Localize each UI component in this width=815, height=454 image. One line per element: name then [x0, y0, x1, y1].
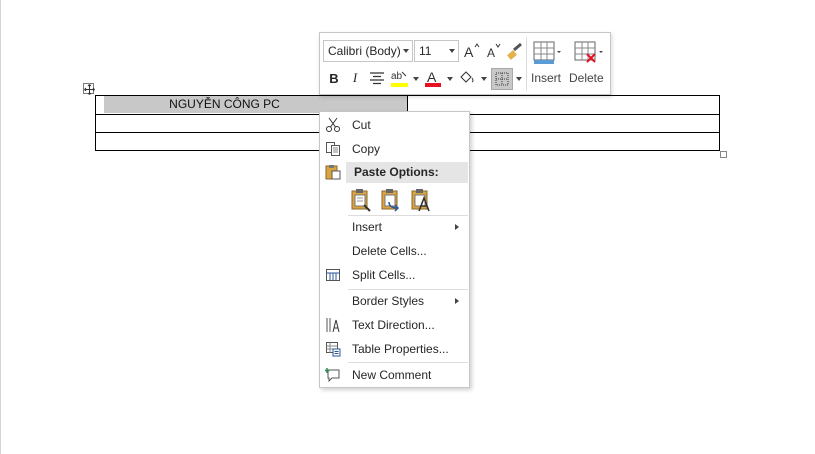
- menu-item-border-styles[interactable]: Border Styles: [320, 290, 469, 312]
- italic-button[interactable]: I: [345, 68, 365, 88]
- text-direction-icon: [326, 318, 340, 333]
- grow-font-icon: A: [464, 43, 480, 60]
- paste-keep-source-formatting-button[interactable]: [350, 188, 372, 212]
- table-insert-icon: [533, 41, 561, 64]
- highlight-color-button[interactable]: ab: [389, 68, 411, 88]
- chevron-right-icon: [455, 298, 459, 304]
- chevron-down-icon: [403, 49, 409, 53]
- font-name-combo[interactable]: Calibri (Body): [323, 40, 413, 62]
- menu-item-label: Border Styles: [352, 294, 425, 308]
- split-cells-icon: [326, 269, 340, 281]
- delete-table-button[interactable]: [572, 39, 606, 67]
- font-size-combo[interactable]: 11: [414, 40, 459, 62]
- insert-label: Insert: [531, 71, 562, 85]
- borders-button[interactable]: [491, 68, 513, 90]
- paste-merge-formatting-button[interactable]: [380, 188, 402, 212]
- svg-text:A: A: [487, 46, 495, 60]
- table-delete-icon: [574, 41, 603, 63]
- menu-item-label: Delete Cells...: [352, 244, 427, 258]
- menu-item-label: New Comment: [352, 368, 432, 382]
- highlighter-icon: ab: [391, 71, 408, 87]
- menu-item-text-direction[interactable]: Text Direction...: [320, 314, 469, 336]
- paste-options-label: Paste Options:: [354, 165, 439, 179]
- font-color-icon: A: [425, 69, 441, 87]
- paintbrush-icon: [507, 42, 522, 60]
- menu-item-label: Insert: [352, 220, 383, 234]
- menu-item-label: Copy: [352, 142, 381, 156]
- borders-icon: [495, 72, 509, 86]
- menu-item-new-comment[interactable]: New Comment: [320, 364, 469, 386]
- shrink-font-icon: A: [487, 43, 501, 60]
- bold-icon: B: [329, 70, 339, 86]
- paint-bucket-icon: [460, 71, 474, 83]
- table-resize-handle[interactable]: [720, 151, 727, 158]
- menu-item-split-cells[interactable]: Split Cells...: [320, 264, 469, 286]
- table-cell-text[interactable]: NGUYỄN CÔNG PC: [104, 97, 345, 111]
- delete-label: Delete: [569, 71, 604, 85]
- mini-toolbar: Calibri (Body) 11 A A Insert Delete B I …: [319, 32, 611, 95]
- font-color-button[interactable]: A: [423, 68, 443, 88]
- center-align-button[interactable]: [367, 68, 387, 88]
- menu-item-table-properties[interactable]: Table Properties...: [320, 338, 469, 360]
- italic-icon: I: [352, 70, 358, 85]
- insert-table-button[interactable]: [532, 39, 562, 67]
- paste-keep-formatting-icon: [351, 189, 371, 212]
- toolbar-separator: [526, 37, 527, 91]
- font-name-value: Calibri (Body): [328, 44, 401, 58]
- menu-separator: [348, 362, 468, 363]
- copy-icon: [326, 142, 340, 156]
- menu-item-label: Table Properties...: [352, 342, 449, 356]
- shrink-font-button[interactable]: A: [484, 41, 504, 61]
- table-move-handle-icon[interactable]: [83, 83, 95, 95]
- clipboard-icon: [325, 165, 341, 180]
- scissors-icon: [326, 117, 340, 132]
- chevron-down-icon[interactable]: [413, 77, 419, 81]
- chevron-down-icon[interactable]: [516, 77, 522, 81]
- svg-text:A: A: [464, 44, 474, 60]
- context-menu: Cut Copy Paste Options: Insert Delete Ce…: [319, 111, 470, 388]
- menu-item-copy[interactable]: Copy: [320, 138, 469, 160]
- table-properties-icon: [326, 342, 341, 357]
- font-size-value: 11: [419, 44, 432, 58]
- svg-text:A: A: [427, 69, 437, 85]
- align-center-icon: [370, 72, 384, 85]
- menu-item-label: Cut: [352, 118, 371, 132]
- paste-text-only-icon: [411, 189, 430, 212]
- page-edge: [0, 0, 1, 454]
- menu-item-delete-cells[interactable]: Delete Cells...: [320, 240, 469, 262]
- grow-font-button[interactable]: A: [462, 41, 482, 61]
- menu-item-label: Split Cells...: [352, 268, 416, 282]
- new-comment-icon: [325, 368, 340, 383]
- svg-text:ab: ab: [391, 71, 403, 82]
- paste-merge-icon: [381, 189, 400, 212]
- paste-keep-text-only-button[interactable]: [410, 188, 432, 212]
- bold-button[interactable]: B: [324, 68, 344, 88]
- menu-item-insert[interactable]: Insert: [320, 216, 469, 238]
- menu-item-label: Text Direction...: [352, 318, 435, 332]
- shading-button[interactable]: [457, 68, 477, 88]
- chevron-down-icon: [449, 49, 455, 53]
- format-painter-button[interactable]: [505, 41, 525, 61]
- chevron-down-icon[interactable]: [447, 77, 453, 81]
- chevron-right-icon: [455, 224, 459, 230]
- paste-options-header: Paste Options:: [346, 162, 468, 183]
- chevron-down-icon[interactable]: [481, 77, 487, 81]
- menu-item-cut[interactable]: Cut: [320, 114, 469, 136]
